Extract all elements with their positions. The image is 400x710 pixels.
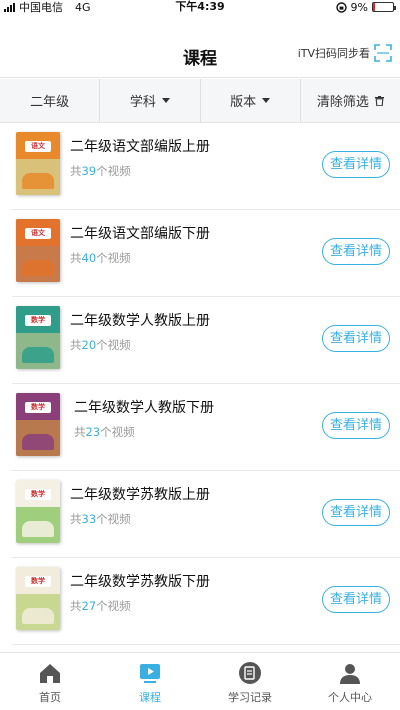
cover-label: 语文 [25,141,51,152]
tab-home[interactable]: 首页 [0,653,100,710]
course-list: 语文 二年级语文部编版上册 共39个视频 查看详情 语文 二年级语文部编版下册 … [0,123,400,645]
record-icon [239,662,261,684]
rotation-lock-icon [335,1,347,13]
filter-grade-label: 二年级 [30,95,70,110]
view-detail-button[interactable]: 查看详情 [322,586,390,613]
view-detail-button[interactable]: 查看详情 [322,499,390,526]
course-title: 二年级语文部编版上册 [70,139,210,155]
course-row[interactable]: 数学 二年级数学人教版上册 共20个视频 查看详情 [12,297,400,384]
itv-scan-button[interactable]: iTV扫码同步看 [298,44,392,62]
course-count: 共27个视频 [70,599,131,613]
video-count: 27 [81,599,97,613]
course-count: 共23个视频 [74,425,135,439]
user-icon [340,664,360,684]
tab-bar: 首页 课程 学习记录 个人中心 [0,652,400,710]
course-count: 共40个视频 [70,251,131,265]
cover-label: 数学 [25,402,51,413]
filter-bar: 二年级 学科 版本 清除筛选 [0,79,400,123]
cover-label: 数学 [25,576,51,587]
filter-subject[interactable]: 学科 [100,79,201,122]
course-title: 二年级数学人教版下册 [74,400,214,416]
clear-filter-label: 清除筛选 [316,95,369,110]
course-cover: 数学 [16,480,60,543]
video-count: 33 [81,512,97,526]
cover-label: 数学 [25,315,51,326]
filter-edition-label: 版本 [230,95,257,110]
trash-icon [374,95,384,106]
view-detail-button[interactable]: 查看详情 [322,238,390,265]
video-count: 40 [81,251,97,265]
course-row[interactable]: 语文 二年级语文部编版上册 共39个视频 查看详情 [12,123,400,210]
itv-scan-label: iTV扫码同步看 [297,47,370,60]
video-count: 20 [81,338,97,352]
course-cover: 语文 [16,219,60,282]
clear-filter-button[interactable]: 清除筛选 [301,79,400,122]
video-count: 23 [85,425,101,439]
status-bar: 中国电信 4G 下午4:39 9% [0,0,400,14]
course-cover: 语文 [16,132,60,195]
filter-edition[interactable]: 版本 [201,79,301,122]
tab-course[interactable]: 课程 [100,653,200,710]
course-count: 共20个视频 [70,338,131,352]
battery-icon [372,2,396,12]
course-row[interactable]: 语文 二年级语文部编版下册 共40个视频 查看详情 [12,210,400,297]
tab-profile[interactable]: 个人中心 [300,653,400,710]
home-icon [40,664,60,683]
filter-subject-label: 学科 [129,95,156,110]
caret-down-icon [262,98,271,103]
tab-record[interactable]: 学习记录 [200,653,300,710]
cover-label: 语文 [25,228,51,239]
tab-record-label: 学习记录 [228,691,272,704]
course-cover: 数学 [16,567,60,630]
battery-percent: 9% [350,0,368,14]
view-detail-button[interactable]: 查看详情 [322,325,390,352]
course-cover: 数学 [16,306,60,369]
course-row[interactable]: 数学 二年级数学人教版下册 共23个视频 查看详情 [12,384,400,471]
course-row[interactable]: 数学 二年级数学苏教版上册 共33个视频 查看详情 [12,471,400,558]
cover-label: 数学 [25,489,51,500]
play-icon [140,664,160,683]
course-title: 二年级数学苏教版下册 [70,574,210,590]
header: 课程 iTV扫码同步看 [0,30,400,78]
scan-icon [374,44,392,62]
view-detail-button[interactable]: 查看详情 [322,151,390,178]
course-title: 二年级语文部编版下册 [70,226,210,242]
video-count: 39 [81,164,97,178]
tab-course-label: 课程 [139,691,161,704]
tab-profile-label: 个人中心 [328,691,372,704]
course-title: 二年级数学人教版上册 [70,313,210,329]
course-count: 共39个视频 [70,164,131,178]
course-row[interactable]: 数学 二年级数学苏教版下册 共27个视频 查看详情 [12,558,400,645]
filter-grade[interactable]: 二年级 [0,79,101,122]
course-title: 二年级数学苏教版上册 [70,487,210,503]
tab-home-label: 首页 [39,691,61,704]
course-cover: 数学 [16,393,60,456]
view-detail-button[interactable]: 查看详情 [322,412,390,439]
status-right: 9% [335,0,396,14]
course-count: 共33个视频 [70,512,131,526]
caret-down-icon [161,98,170,103]
